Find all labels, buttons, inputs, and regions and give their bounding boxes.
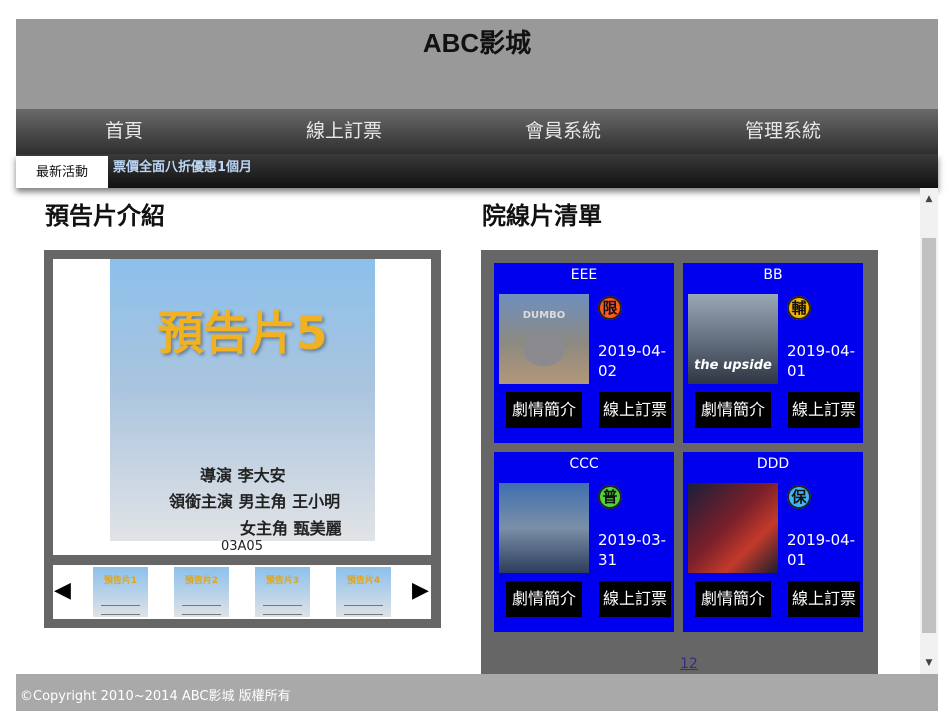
site-title: ABC影城 xyxy=(422,28,532,58)
movies-section-title: 院線片清單 xyxy=(482,202,602,230)
book-ticket-button[interactable]: 線上訂票 xyxy=(599,581,671,617)
news-ticker-label: 最新活動 xyxy=(16,156,108,188)
movie-release-date: 2019-04-01 xyxy=(787,342,856,380)
trailer-caption: 03A05 xyxy=(221,539,263,554)
trailer-section-title: 預告片介紹 xyxy=(45,202,165,230)
copyright-text: ©Copyright 2010~2014 ABC影城 版權所有 xyxy=(20,689,291,704)
news-ticker-text: 票價全面八折優惠1個月 xyxy=(113,160,253,175)
trailer-thumb-label: 預告片4 xyxy=(346,576,381,586)
movie-name: EEE xyxy=(570,267,598,283)
rating-badge: 限 xyxy=(598,296,622,320)
movie-poster-title: the upside xyxy=(694,358,772,373)
synopsis-button[interactable]: 劇情簡介 xyxy=(695,581,771,617)
trailer-thumbnail-strip: ◀ 預告片1 預告片2 預告片3 預告片4 ▶ xyxy=(53,565,431,619)
trailer-main-display: 預告片5 導演 李大安 領銜主演 男主角 王小明 女主角 甄美麗 03A05 xyxy=(53,259,431,555)
thumb-credit-lines xyxy=(263,605,302,615)
next-arrow-icon[interactable]: ▶ xyxy=(412,578,429,603)
trailer-thumb-1[interactable]: 預告片1 xyxy=(93,567,148,617)
movie-card: BB the upside 輔 2019-04-01 劇情簡介 線上訂票 xyxy=(683,263,863,443)
trailer-viewer: 預告片5 導演 李大安 領銜主演 男主角 王小明 女主角 甄美麗 03A05 ◀… xyxy=(44,250,441,628)
rating-badge: 保 xyxy=(787,485,811,509)
rating-badge: 輔 xyxy=(787,296,811,320)
prev-arrow-icon[interactable]: ◀ xyxy=(54,578,71,603)
thumb-credit-lines xyxy=(344,605,383,615)
thumb-credit-lines xyxy=(182,605,221,615)
rating-badge: 普 xyxy=(598,485,622,509)
scroll-thumb[interactable] xyxy=(922,238,936,633)
site-header: ABC影城 xyxy=(16,19,938,109)
synopsis-button[interactable]: 劇情簡介 xyxy=(506,581,582,617)
nav-item-home[interactable]: 首頁 xyxy=(49,109,199,154)
elephant-image xyxy=(523,332,565,366)
movie-name: BB xyxy=(763,267,783,283)
trailer-poster-title: 預告片5 xyxy=(157,306,328,360)
trailer-thumb-2[interactable]: 預告片2 xyxy=(174,567,229,617)
trailer-thumb-label: 預告片3 xyxy=(265,576,300,586)
nav-item-member[interactable]: 會員系統 xyxy=(488,109,638,154)
book-ticket-button[interactable]: 線上訂票 xyxy=(599,392,671,428)
trailer-thumb-label: 預告片2 xyxy=(184,576,219,586)
trailer-credit-lead: 領銜主演 男主角 王小明 xyxy=(169,492,341,511)
movie-card: EEE DUMBO 限 2019-04-02 劇情簡介 線上訂票 xyxy=(494,263,674,443)
movie-list-panel: EEE DUMBO 限 2019-04-02 劇情簡介 線上訂票 BB the … xyxy=(481,250,878,674)
movie-poster[interactable]: the upside xyxy=(688,294,778,384)
movie-card: CCC 普 2019-03-31 劇情簡介 線上訂票 xyxy=(494,452,674,632)
movie-name: CCC xyxy=(569,456,599,472)
movie-poster[interactable] xyxy=(499,483,589,573)
movie-release-date: 2019-04-02 xyxy=(598,342,667,380)
book-ticket-button[interactable]: 線上訂票 xyxy=(788,581,860,617)
movie-poster[interactable]: DUMBO xyxy=(499,294,589,384)
trailer-thumb-4[interactable]: 預告片4 xyxy=(336,567,391,617)
scroll-up-arrow-icon[interactable]: ▲ xyxy=(920,192,938,206)
trailer-credit-director: 導演 李大安 xyxy=(200,466,286,485)
movie-name: DDD xyxy=(756,456,790,472)
movie-poster[interactable] xyxy=(688,483,778,573)
pagination-links[interactable]: 12 xyxy=(680,656,698,672)
nav-item-admin[interactable]: 管理系統 xyxy=(708,109,858,154)
book-ticket-button[interactable]: 線上訂票 xyxy=(788,392,860,428)
synopsis-button[interactable]: 劇情簡介 xyxy=(506,392,582,428)
nav-item-online-booking[interactable]: 線上訂票 xyxy=(269,109,419,154)
site-footer: ©Copyright 2010~2014 ABC影城 版權所有 xyxy=(16,674,938,711)
trailer-thumb-3[interactable]: 預告片3 xyxy=(255,567,310,617)
thumb-credit-lines xyxy=(101,605,140,615)
trailer-poster[interactable]: 預告片5 導演 李大安 領銜主演 男主角 王小明 女主角 甄美麗 xyxy=(110,259,375,541)
trailer-credit-actress: 女主角 甄美麗 xyxy=(240,519,342,538)
movie-poster-title: DUMBO xyxy=(522,310,566,321)
main-nav: 首頁 線上訂票 會員系統 管理系統 xyxy=(16,109,938,154)
trailer-thumb-label: 預告片1 xyxy=(103,576,138,586)
vertical-scrollbar[interactable]: ▲ ▼ xyxy=(920,188,938,674)
movie-card: DDD 保 2019-04-01 劇情簡介 線上訂票 xyxy=(683,452,863,632)
movie-release-date: 2019-03-31 xyxy=(598,531,667,569)
movie-release-date: 2019-04-01 xyxy=(787,531,856,569)
scroll-down-arrow-icon[interactable]: ▼ xyxy=(920,656,938,670)
synopsis-button[interactable]: 劇情簡介 xyxy=(695,392,771,428)
